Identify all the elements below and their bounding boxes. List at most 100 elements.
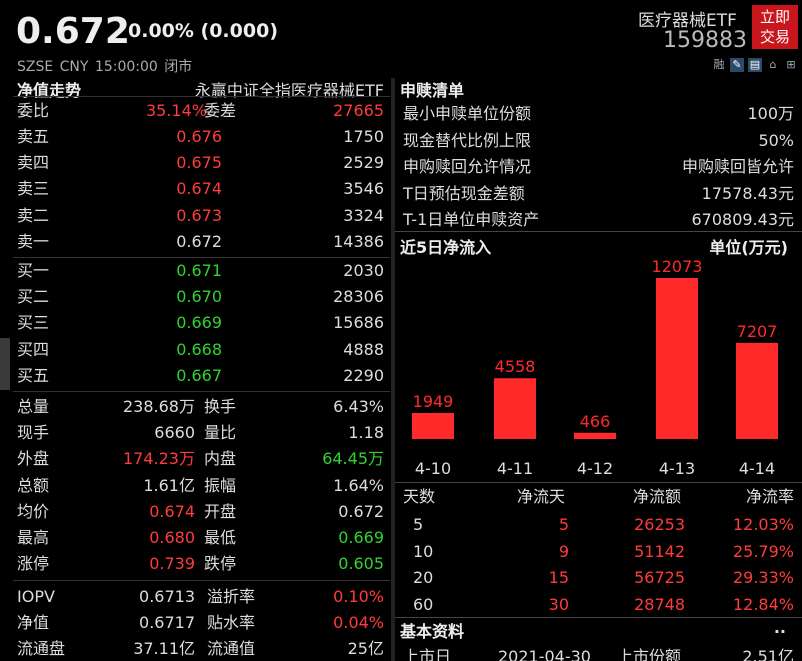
stat-value: 0.739 — [149, 554, 195, 574]
plus-icon[interactable]: ⊞ — [784, 58, 798, 72]
toolbar: 融 ✎ ▤ ⌂ ⊞ — [712, 58, 798, 72]
divider — [13, 391, 390, 392]
inflow-data-label: 7207 — [737, 322, 778, 341]
flow-col-days: 天数 — [403, 487, 436, 506]
stat-row: 总额 1.61亿 振幅 1.64% — [13, 473, 390, 499]
stat-row: 最高 0.680 最低 0.669 — [13, 525, 390, 551]
flow-flowdays: 5 — [558, 515, 569, 534]
bid-level-label: 买二 — [17, 287, 50, 307]
divider — [395, 617, 802, 618]
ask-volume: 1750 — [343, 127, 384, 146]
flow-flowdays: 15 — [548, 568, 569, 587]
inflow-bar[interactable] — [494, 378, 536, 439]
stat-label: 总量 — [17, 397, 50, 416]
stat-label: 开盘 — [204, 501, 237, 521]
flow-rate: 12.84% — [732, 594, 794, 614]
trade-now-button[interactable]: 立即 交易 — [752, 5, 798, 49]
fund-stat-row: 净值 0.6717 贴水率 0.04% — [13, 610, 390, 636]
stat-row: 涨停 0.739 跌停 0.605 — [13, 551, 390, 577]
stat-value: 6.43% — [333, 397, 384, 416]
bid-price: 0.670 — [176, 287, 222, 307]
stat-value: 1.64% — [333, 475, 384, 495]
stat-value: 0.669 — [338, 528, 384, 547]
subscription-row: 申购赎回允许情况 申购赎回皆允许 — [395, 154, 802, 180]
bid-row: 买二 0.670 28306 — [13, 284, 390, 310]
ask-level-label: 卖四 — [17, 153, 50, 173]
inflow-date-label: 4-14 — [739, 459, 775, 478]
net-inflow-bar-chart: 1949 4-10 4558 4-11 466 4-12 12073 4-13 7207 4-14 — [412, 258, 778, 478]
stat-row: 现手 6660 量比 1.18 — [13, 420, 390, 446]
wei-bi-label: 委比 — [17, 101, 50, 120]
inflow-date-label: 4-12 — [577, 459, 613, 478]
stat-value: 0.6717 — [139, 613, 195, 632]
quote-header: 0.672 0.00% (0.000) SZSE CNY 15:00:00 闭市… — [0, 0, 802, 80]
stat-label: IOPV — [17, 587, 55, 606]
basic-info-title-row: 基本资料 ·· — [395, 619, 802, 645]
ask-row: 卖一 0.672 14386 — [13, 229, 390, 255]
inflow-date-label: 4-11 — [497, 459, 533, 478]
home-icon[interactable]: ⌂ — [766, 58, 780, 72]
flow-rate: 12.03% — [732, 515, 794, 534]
stat-label: 流通值 — [207, 639, 256, 658]
subscription-row: 最小申赎单位份额 100万 — [395, 101, 802, 127]
inflow-bar[interactable] — [412, 413, 454, 439]
inflow-bar[interactable] — [656, 278, 698, 439]
ask-volume: 3546 — [343, 179, 384, 199]
stat-label: 换手 — [204, 397, 237, 416]
more-options-icon[interactable]: ·· — [774, 619, 786, 645]
subscription-label: 最小申赎单位份额 — [403, 104, 532, 123]
subscription-label: 现金替代比例上限 — [403, 130, 532, 150]
stat-label: 最高 — [17, 528, 50, 547]
inflow-date-label: 4-13 — [659, 459, 695, 478]
inflow-bar[interactable] — [574, 432, 616, 439]
inflow-bar[interactable] — [736, 342, 778, 439]
side-collapse-handle[interactable] — [0, 338, 10, 390]
stat-value: 64.45万 — [322, 449, 384, 469]
flow-table-row: 10 9 51142 25.79% — [395, 539, 802, 565]
app-root: 0.672 0.00% (0.000) SZSE CNY 15:00:00 闭市… — [0, 0, 802, 661]
ask-price: 0.673 — [176, 205, 222, 225]
stat-label: 现手 — [17, 423, 50, 443]
wei-bi-value: 35.14% — [145, 101, 207, 120]
wei-cha-label: 委差 — [204, 101, 237, 120]
flow-col-amount: 净流额 — [633, 487, 682, 506]
trade-button-line2: 交易 — [759, 28, 790, 46]
stat-value: 0.674 — [149, 501, 195, 521]
subscription-label: T-1日单位申赎资产 — [403, 210, 540, 229]
stat-label: 外盘 — [17, 449, 50, 469]
inflow-data-label: 4558 — [495, 357, 536, 376]
margin-icon[interactable]: 融 — [712, 58, 726, 72]
pen-icon[interactable]: ✎ — [730, 58, 744, 72]
stat-label: 溢折率 — [207, 587, 256, 606]
bid-price: 0.669 — [176, 313, 222, 333]
divider — [395, 231, 802, 232]
flow-col-rate: 净流率 — [745, 487, 794, 506]
flow-rate: 25.79% — [732, 541, 794, 561]
listing-shares-label: 上市份额 — [617, 647, 682, 661]
bid-volume: 15686 — [333, 313, 384, 333]
fund-stat-row: 流通盘 37.11亿 流通值 25亿 — [13, 636, 390, 661]
flow-amount: 26253 — [634, 515, 685, 534]
stat-label: 贴水率 — [207, 613, 256, 632]
stat-label: 跌停 — [204, 554, 237, 574]
wei-row: 委比 35.14% 委差 27665 — [13, 98, 390, 124]
ask-volume: 3324 — [343, 205, 384, 225]
market-status: SZSE CNY 15:00:00 闭市 — [17, 59, 193, 75]
flow-amount: 28748 — [634, 594, 685, 614]
flow-flowdays: 30 — [548, 594, 569, 614]
fund-stat-row: IOPV 0.6713 溢折率 0.10% — [13, 584, 390, 610]
stat-label: 内盘 — [204, 449, 237, 469]
stat-label: 涨停 — [17, 554, 50, 574]
bid-price: 0.667 — [176, 365, 222, 385]
trade-button-line1: 立即 — [759, 8, 790, 26]
flow-amount: 56725 — [634, 568, 685, 587]
subscription-row: T-1日单位申赎资产 670809.43元 — [395, 207, 802, 233]
stat-row: 外盘 174.23万 内盘 64.45万 — [13, 446, 390, 472]
flow-table-row: 5 5 26253 12.03% — [395, 512, 802, 538]
flow-table-row: 20 15 56725 29.33% — [395, 565, 802, 591]
subscription-row: T日预估现金差额 17578.43元 — [395, 181, 802, 207]
subscription-value: 17578.43元 — [701, 183, 794, 203]
doc-icon[interactable]: ▤ — [748, 58, 762, 72]
bid-price: 0.671 — [176, 261, 222, 280]
subscription-row: 现金替代比例上限 50% — [395, 128, 802, 154]
